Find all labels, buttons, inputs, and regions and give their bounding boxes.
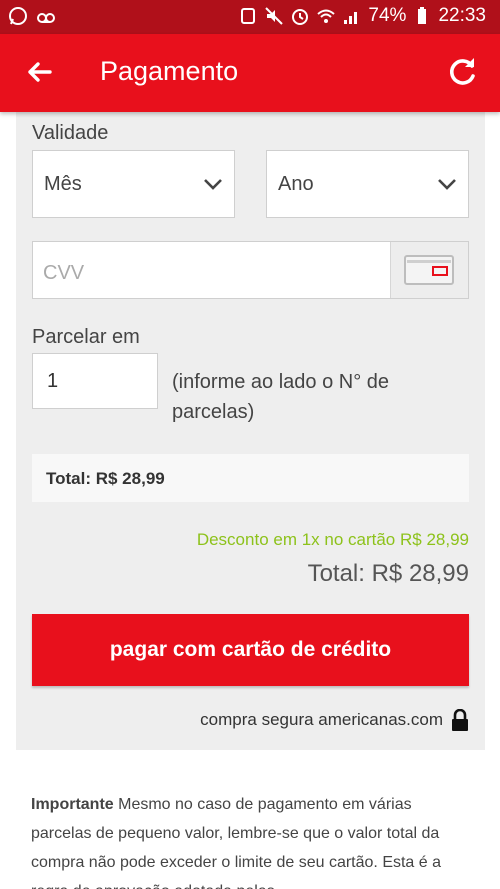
installments-help: (informe ao lado o N° de parcelas): [172, 371, 390, 423]
clock: 22:33: [438, 5, 486, 26]
battery-icon: [418, 7, 427, 24]
cvv-input[interactable]: CVV: [32, 241, 469, 299]
cvv-placeholder: CVV: [43, 262, 85, 284]
mute-icon: [265, 7, 284, 25]
month-select-value: Mês: [44, 173, 82, 195]
whatsapp-icon: [9, 7, 27, 25]
alarm-app-icon: [241, 8, 256, 24]
total-summary: Total: R$ 28,99: [32, 454, 469, 502]
chevron-down-icon: [204, 179, 222, 190]
discount-text: Desconto em 1x no cartão R$ 28,99: [196, 530, 469, 549]
chevron-down-icon: [438, 179, 456, 190]
installments-label: Parcelar em: [32, 326, 140, 348]
alarm-icon: [292, 9, 309, 25]
year-select-value: Ano: [278, 173, 314, 195]
arrow-left-icon[interactable]: [22, 54, 58, 90]
cvv-card-hint: [390, 242, 468, 298]
secure-purchase: compra segura americanas.com: [200, 709, 469, 731]
total-text: Total: R$ 28,99: [307, 560, 469, 587]
total-summary-text: Total: R$ 28,99: [46, 469, 165, 488]
page-title: Pagamento: [100, 56, 239, 86]
credit-card-icon: [404, 255, 454, 285]
year-select[interactable]: Ano: [266, 150, 469, 218]
important-notice: Importante Mesmo no caso de pagamento em…: [31, 790, 471, 889]
pay-credit-card-button[interactable]: pagar com cartão de crédito: [32, 614, 469, 686]
payment-form: Validade Mês Ano CVV Parcelar em 1 (info…: [16, 112, 485, 750]
month-select[interactable]: Mês: [32, 150, 235, 218]
installments-value: 1: [47, 370, 59, 392]
battery-percent: 74%: [368, 5, 407, 26]
refresh-icon[interactable]: [444, 54, 480, 90]
secure-text: compra segura americanas.com: [200, 710, 443, 729]
status-bar: 74% 22:33: [0, 0, 500, 34]
notice-title: Importante: [31, 796, 114, 813]
lock-icon: [452, 709, 468, 731]
app-bar: Pagamento: [0, 34, 500, 112]
validity-label: Validade: [32, 122, 109, 144]
installments-input[interactable]: 1: [32, 353, 158, 409]
signal-icon: [344, 12, 358, 24]
wifi-icon: [317, 9, 336, 23]
voicemail-icon: [37, 13, 55, 23]
